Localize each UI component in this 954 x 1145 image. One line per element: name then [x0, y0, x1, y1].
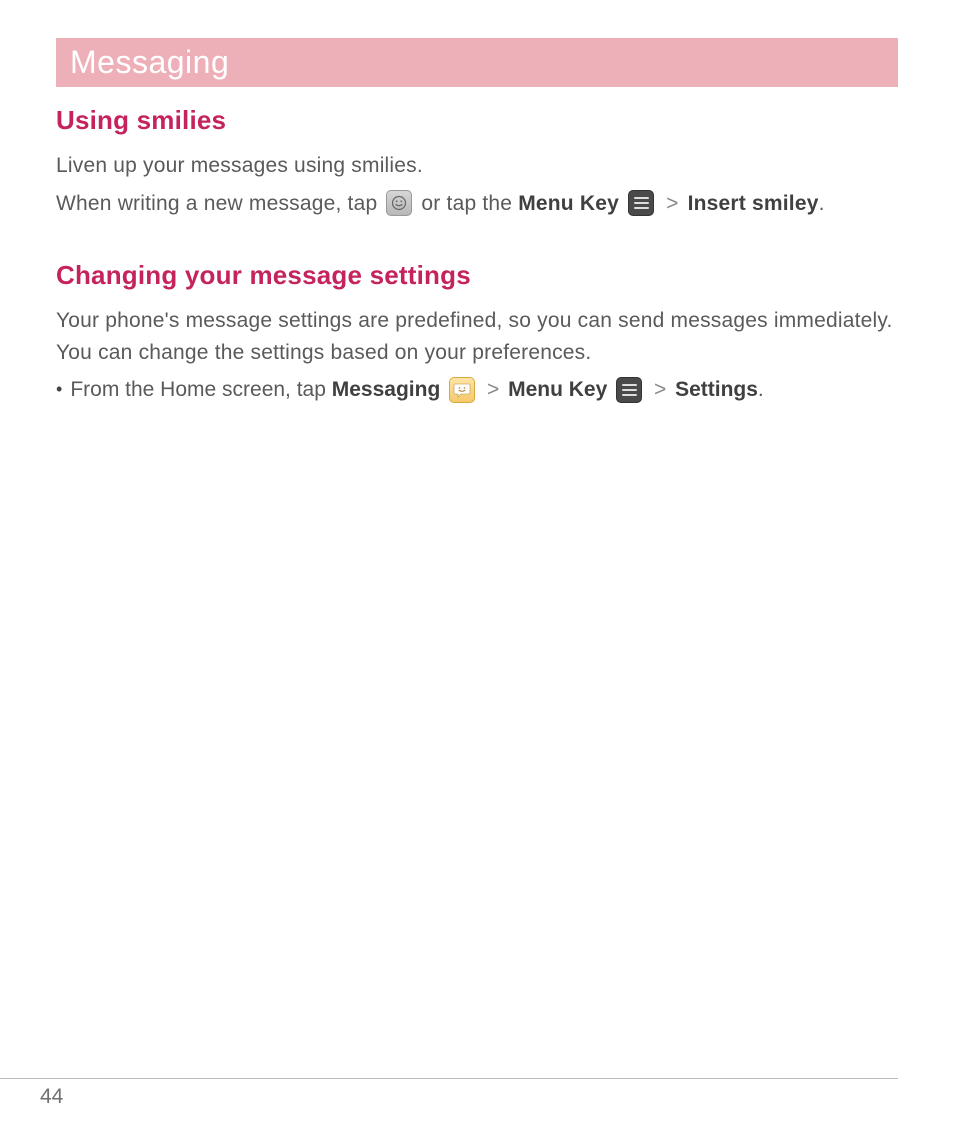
bullet-icon: •	[56, 374, 62, 405]
smilies-instruction-line: When writing a new message, tap or tap t…	[56, 188, 898, 221]
section-heading-settings: Changing your message settings	[56, 260, 898, 291]
messaging-label: Messaging	[332, 378, 441, 401]
smilies-text-part2: or tap the	[415, 192, 518, 215]
page-footer: 44	[0, 1078, 954, 1109]
page-number: 44	[0, 1085, 954, 1109]
messaging-app-icon	[449, 377, 475, 403]
period-1: .	[819, 192, 825, 215]
smilies-text-part1: When writing a new message, tap	[56, 192, 383, 215]
menu-key-icon-2	[616, 377, 642, 403]
settings-label: Settings	[675, 378, 758, 401]
separator-1: >	[666, 192, 678, 215]
smiley-gray-icon	[386, 190, 412, 216]
footer-divider	[0, 1078, 898, 1079]
period-2: .	[758, 378, 764, 401]
insert-smiley-label: Insert smiley	[688, 192, 819, 215]
page-header-title: Messaging	[70, 44, 884, 81]
separator-2: >	[487, 378, 499, 401]
page-header-bar: Messaging	[56, 38, 898, 87]
menu-key-icon	[628, 190, 654, 216]
menu-key-label-1: Menu Key	[518, 192, 619, 215]
section-heading-smilies: Using smilies	[56, 105, 898, 136]
settings-instruction-line: From the Home screen, tap Messaging > Me…	[70, 374, 763, 407]
smilies-intro-text: Liven up your messages using smilies.	[56, 150, 898, 182]
settings-bullet-item: • From the Home screen, tap Messaging > …	[56, 374, 898, 407]
settings-intro-text: Your phone's message settings are predef…	[56, 305, 898, 368]
separator-3: >	[654, 378, 666, 401]
settings-text-part1: From the Home screen, tap	[70, 378, 331, 401]
menu-key-label-2: Menu Key	[508, 378, 607, 401]
